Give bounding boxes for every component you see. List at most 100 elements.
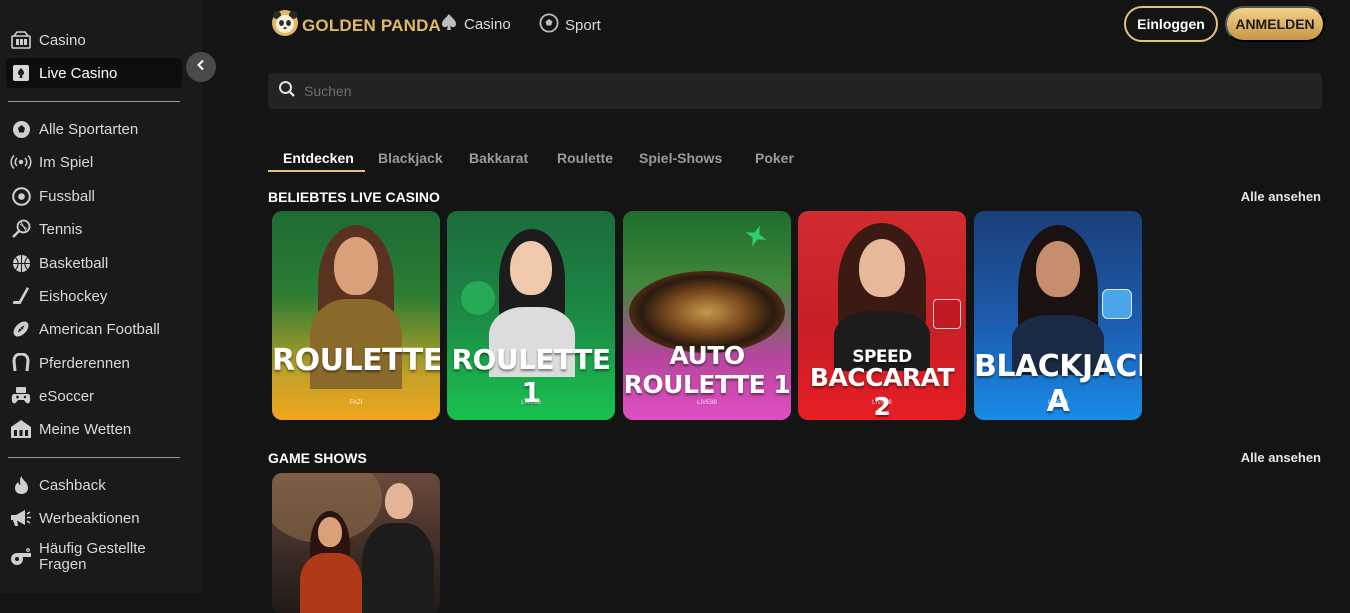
sidebar-item-alle-sportarten[interactable]: Alle Sportarten (6, 114, 182, 144)
game-title: AUTO ROULETTE 1 (623, 341, 791, 399)
tab-entdecken[interactable]: Entdecken (283, 150, 354, 166)
sidebar-item-werbeaktionen[interactable]: Werbeaktionen (6, 503, 182, 533)
whistle-icon (10, 546, 32, 568)
football-icon (10, 185, 32, 207)
sidebar-item-faq[interactable]: Häufig Gestellte Fragen (6, 540, 182, 574)
sidebar-item-label: Häufig Gestellte Fragen (39, 540, 146, 573)
search-input[interactable] (304, 83, 1204, 99)
host-face-female (318, 517, 342, 547)
live-casino-icon (10, 62, 32, 84)
game-card-game-show[interactable] (272, 473, 440, 613)
sidebar-divider (8, 457, 180, 458)
game-provider: LIVE88 (697, 400, 717, 406)
game-provider: LIVE88 (521, 400, 541, 406)
basketball-icon (10, 252, 32, 274)
sidebar-item-label: eSoccer (39, 387, 95, 405)
sidebar-item-meine-wetten[interactable]: Meine Wetten (6, 414, 182, 444)
horseshoe-icon (10, 352, 32, 374)
collapse-sidebar-button[interactable] (186, 52, 216, 82)
section-title-popular-live-casino: BELIEBTES LIVE CASINO (268, 189, 440, 205)
cards-icon (933, 299, 961, 329)
brand-logo[interactable]: GOLDEN PANDA (271, 9, 441, 42)
panda-logo-icon (271, 9, 299, 42)
tab-poker[interactable]: Poker (755, 150, 794, 166)
sidebar-item-tennis[interactable]: Tennis (6, 214, 182, 244)
sidebar-item-casino[interactable]: Casino (6, 25, 182, 55)
casino-icon (10, 29, 32, 51)
nav-casino-label: Casino (464, 15, 511, 33)
sidebar-item-label: Basketball (39, 254, 109, 272)
sidebar-item-label: Pferderennen (39, 354, 130, 372)
sidebar-item-label: Casino (39, 31, 86, 49)
game-title: ROULETTE (272, 343, 440, 378)
megaphone-icon (10, 507, 32, 529)
host-face-male (385, 483, 413, 519)
hockey-stick-icon (10, 285, 32, 307)
game-provider: LIVE88 (872, 400, 892, 406)
tab-blackjack[interactable]: Blackjack (378, 150, 443, 166)
login-button[interactable]: Einloggen (1124, 6, 1218, 42)
sidebar-item-cashback[interactable]: Cashback (6, 470, 182, 500)
dealer-face (859, 239, 905, 297)
chevron-left-icon (196, 58, 206, 76)
game-title: BACCARAT 2 (809, 363, 955, 420)
see-all-game-shows-link[interactable]: Alle ansehen (1241, 450, 1321, 465)
dealer-face (1036, 241, 1080, 297)
sidebar-item-esoccer[interactable]: eSoccer (6, 381, 182, 411)
sidebar-item-fussball[interactable]: Fussball (6, 181, 182, 211)
host-body-male (362, 523, 434, 613)
tab-spiel-shows[interactable]: Spiel-Shows (639, 150, 722, 166)
sidebar-item-im-spiel[interactable]: Im Spiel (6, 147, 182, 177)
sidebar-item-label: Werbeaktionen (39, 509, 140, 527)
sidebar-item-label: Meine Wetten (39, 420, 132, 438)
flame-icon (10, 474, 32, 496)
blackjack-21-icon (1102, 289, 1132, 319)
section-title-game-shows: GAME SHOWS (268, 450, 367, 466)
my-bets-icon (10, 418, 32, 440)
register-button[interactable]: ANMELDEN (1225, 6, 1325, 42)
active-tab-indicator (268, 170, 365, 172)
sidebar-divider (8, 101, 180, 102)
game-provider: FAZI (349, 400, 363, 406)
sidebar-item-basketball[interactable]: Basketball (6, 248, 182, 278)
game-card-auto-roulette-1[interactable]: AUTO ROULETTE 1 LIVE88 (623, 211, 791, 420)
game-title: BLACKJACK A (974, 349, 1142, 419)
game-card-speed-baccarat-2[interactable]: SPEED BACCARAT 2 LIVE88 (798, 211, 966, 420)
sidebar-item-american-football[interactable]: American Football (6, 314, 182, 344)
sidebar-item-label: Alle Sportarten (39, 120, 139, 138)
sidebar-item-eishockey[interactable]: Eishockey (6, 281, 182, 311)
sidebar: Casino Live Casino Alle Sportarten Im Sp… (0, 0, 202, 593)
search-icon (268, 80, 296, 103)
brand-name: GOLDEN PANDA (302, 15, 442, 35)
nav-sport-label: Sport (565, 16, 601, 34)
top-bar: GOLDEN PANDA Casino Sport Einloggen ANME… (202, 0, 1350, 52)
nav-casino[interactable]: Casino (440, 13, 511, 35)
all-sports-icon (10, 118, 32, 140)
roulette-badge-icon (461, 281, 495, 315)
game-card-blackjack-a[interactable]: BLACKJACK A LIVE88 (974, 211, 1142, 420)
sidebar-item-live-casino[interactable]: Live Casino (6, 58, 182, 88)
sidebar-item-label: American Football (39, 320, 160, 338)
soccer-ball-icon (539, 13, 565, 37)
gamepad-icon (10, 385, 32, 407)
sidebar-item-label: Live Casino (39, 64, 118, 82)
american-football-icon (10, 318, 32, 340)
tab-roulette[interactable]: Roulette (557, 150, 613, 166)
game-provider: LIVE88 (1048, 400, 1068, 406)
game-card-roulette-1[interactable]: ROULETTE 1 LIVE88 (447, 211, 615, 420)
spade-icon (440, 13, 464, 35)
sidebar-item-label: Fussball (39, 187, 95, 205)
sidebar-item-label: Tennis (39, 220, 83, 238)
tab-bakkarat[interactable]: Bakkarat (469, 150, 528, 166)
nav-sport[interactable]: Sport (539, 13, 601, 37)
sidebar-item-pferderennen[interactable]: Pferderennen (6, 348, 182, 378)
game-card-roulette[interactable]: ROULETTE FAZI (272, 211, 440, 420)
tennis-icon (10, 218, 32, 240)
sidebar-item-label: Eishockey (39, 287, 108, 305)
dealer-face (510, 241, 552, 295)
see-all-popular-link[interactable]: Alle ansehen (1241, 189, 1321, 204)
dealer-face (334, 237, 378, 295)
sidebar-item-label: Im Spiel (39, 153, 94, 171)
host-body-female (300, 553, 362, 613)
search-bar[interactable] (268, 73, 1322, 109)
